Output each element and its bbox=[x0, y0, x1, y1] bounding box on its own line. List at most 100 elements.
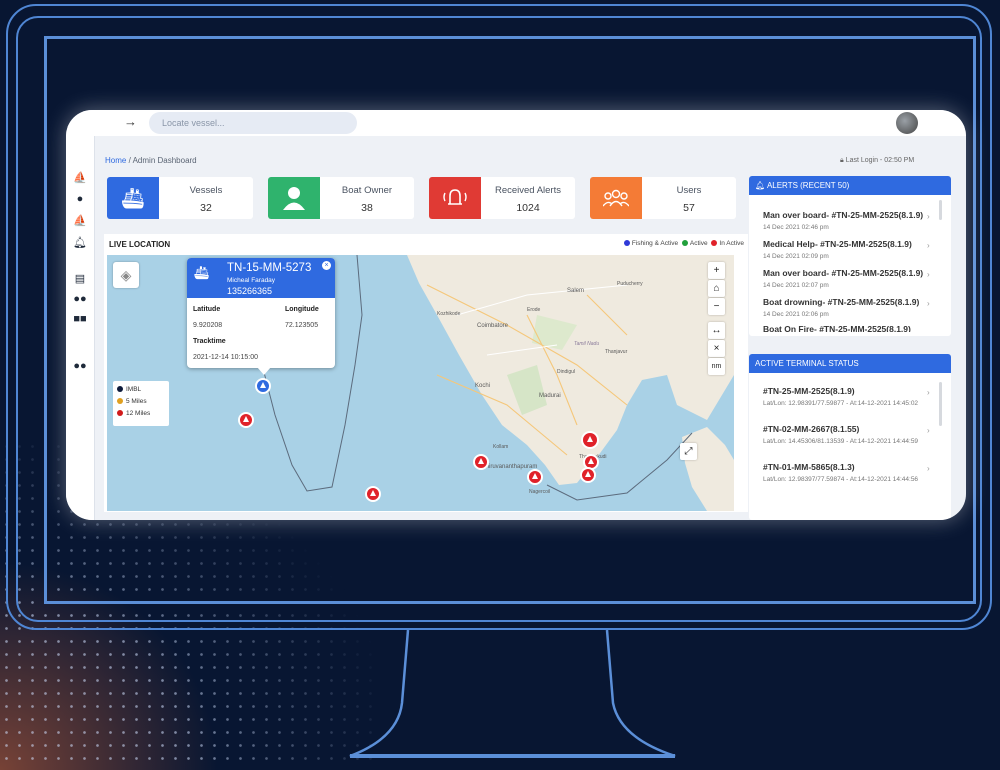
measure-button[interactable]: ↔ bbox=[708, 322, 725, 339]
map-label-nagercoil: Nagercoil bbox=[529, 489, 550, 495]
stat-label: Received Alerts bbox=[494, 185, 561, 196]
alert-item[interactable]: Medical Help- #TN-25-MM-2525(8.1.9) 14 D… bbox=[763, 239, 933, 261]
live-location-panel: LIVE LOCATION Fishing & Active Active In… bbox=[104, 234, 748, 512]
stat-value: 1024 bbox=[516, 202, 540, 214]
alert-item[interactable]: Man over board- #TN-25-MM-2525(8.1.9) 14… bbox=[763, 268, 933, 290]
alert-time: 14 Dec 2021 02:07 pm bbox=[763, 282, 829, 289]
alerts-header: 🔔︎ ALERTS (RECENT 50) bbox=[749, 176, 951, 195]
map-label-puducherry: Puducherry bbox=[617, 281, 643, 287]
users-icon bbox=[590, 177, 642, 219]
locate-vessel-search-input[interactable]: Locate vessel... bbox=[149, 112, 357, 134]
terminal-id: #TN-01-MM-5865(8.1.3) bbox=[763, 462, 855, 472]
home-view-button[interactable]: ⌂ bbox=[708, 280, 725, 297]
breadcrumb-separator: / bbox=[128, 156, 131, 165]
vessel-info-popup: 🚢︎ TN-15-MM-5273 Micheal Faraday 1352663… bbox=[187, 258, 335, 375]
ship-icon: 🚢︎ bbox=[193, 265, 210, 280]
map-label-thiruvananthapuram: Thiruvananthapuram bbox=[482, 464, 537, 470]
map-label-kochi: Kochi bbox=[475, 383, 490, 389]
map-label-madurai: Madurai bbox=[539, 393, 561, 399]
alert-title: Boat drowning- #TN-25-MM-2525(8.1.9) bbox=[763, 297, 920, 307]
last-login-info: 🔒︎ Last Login - 02:50 PM bbox=[840, 157, 914, 165]
tracktime-label: Tracktime bbox=[193, 338, 226, 345]
breadcrumb-current: Admin Dashboard bbox=[132, 156, 197, 165]
terminal-item[interactable]: #TN-01-MM-5865(8.1.3) Lat/Lon: 12.98397/… bbox=[763, 462, 933, 484]
popup-tail bbox=[257, 367, 271, 375]
dashboard-window: → Locate vessel... ⛵ ● ⛵ 🔔︎ ▤ ●● ■■ ●● H… bbox=[66, 110, 966, 520]
received-alerts-stat-card[interactable]: Received Alerts 1024 bbox=[429, 177, 575, 219]
chevron-right-icon[interactable]: › bbox=[927, 241, 930, 250]
alert-title: Man over board- #TN-25-MM-2525(8.1.9) bbox=[763, 210, 924, 220]
bell-nav-icon[interactable]: 🔔︎ bbox=[73, 237, 87, 249]
active-terminal-status-panel: ACTIVE TERMINAL STATUS #TN-25-MM-2525(8.… bbox=[749, 354, 951, 520]
chevron-right-icon[interactable]: › bbox=[927, 426, 930, 435]
boat-owner-nav-icon[interactable]: ⛵ bbox=[73, 215, 87, 227]
longitude-value: 72.123505 bbox=[285, 322, 319, 329]
breadcrumb-home-link[interactable]: Home bbox=[105, 156, 126, 165]
popup-owner-name: Micheal Faraday bbox=[227, 277, 276, 284]
users-nav-icon[interactable]: ●● bbox=[73, 293, 87, 305]
popup-vessel-number: 135266365 bbox=[227, 286, 273, 296]
map-label-coimbatore: Coimbatore bbox=[477, 323, 509, 329]
clear-measure-button[interactable]: × bbox=[708, 340, 725, 357]
arrow-right-icon[interactable]: → bbox=[124, 114, 137, 129]
alert-title: Man over board- #TN-25-MM-2525(8.1.9) bbox=[763, 268, 924, 278]
vessel-status-legend: Fishing & Active Active In Active bbox=[622, 240, 744, 247]
legend-label: In Active bbox=[719, 240, 744, 247]
terminal-scrollbar[interactable] bbox=[939, 382, 942, 426]
stat-label: Users bbox=[676, 185, 702, 196]
alert-time: 14 Dec 2021 02:46 pm bbox=[763, 224, 829, 231]
ship-icon: 🚢︎ bbox=[107, 177, 159, 219]
unit-toggle-button[interactable]: nm bbox=[708, 358, 725, 375]
alert-item[interactable]: Boat On Fire- #TN-25-MM-2525(8.1.9) bbox=[763, 324, 933, 332]
zoom-out-button[interactable]: − bbox=[708, 298, 725, 315]
map-label-salem: Salem bbox=[567, 288, 584, 294]
terminals-nav-icon[interactable]: ■■ bbox=[73, 313, 87, 325]
terminal-detail: Lat/Lon: 12.98397/77.59874 - At:14-12-20… bbox=[763, 476, 919, 483]
group-nav-icon[interactable]: ●● bbox=[73, 360, 87, 372]
legend-label: Active bbox=[689, 240, 708, 247]
alert-time: 14 Dec 2021 02:09 pm bbox=[763, 253, 829, 260]
chevron-right-icon[interactable]: › bbox=[927, 270, 930, 279]
alert-time: 14 Dec 2021 02:06 pm bbox=[763, 311, 829, 318]
chevron-right-icon[interactable]: › bbox=[927, 464, 930, 473]
user-avatar[interactable] bbox=[896, 112, 918, 134]
stat-value: 38 bbox=[361, 202, 373, 214]
vessels-stat-card[interactable]: 🚢︎ Vessels 32 bbox=[107, 177, 253, 219]
bell-icon: 🔔︎ bbox=[755, 181, 767, 190]
last-login-text: Last Login - 02:50 PM bbox=[845, 157, 915, 164]
latitude-value: 9.920208 bbox=[193, 322, 223, 329]
alert-item[interactable]: Man over board- #TN-25-MM-2525(8.1.9) 14… bbox=[763, 210, 933, 232]
zoom-in-button[interactable]: + bbox=[708, 262, 725, 279]
vessel-map[interactable]: Salem Puducherry Erode Coimbatore Kozhik… bbox=[107, 255, 734, 511]
terminal-status-title: ACTIVE TERMINAL STATUS bbox=[749, 354, 951, 373]
chevron-right-icon[interactable]: › bbox=[927, 299, 930, 308]
legend-5-miles: 5 Miles bbox=[117, 396, 165, 408]
boat-nav-icon[interactable]: ⛵ bbox=[73, 172, 87, 184]
users-stat-card[interactable]: Users 57 bbox=[590, 177, 736, 219]
legend-dot bbox=[711, 240, 718, 247]
popup-close-icon[interactable]: × bbox=[322, 261, 331, 270]
longitude-label: Longitude bbox=[285, 306, 319, 313]
chevron-right-icon[interactable]: › bbox=[927, 212, 930, 221]
live-location-title: LIVE LOCATION bbox=[109, 240, 171, 249]
boat-owner-stat-card[interactable]: Boat Owner 38 bbox=[268, 177, 414, 219]
layers-button[interactable]: ◈ bbox=[113, 262, 139, 288]
terminal-detail: Lat/Lon: 12.98391/77.59877 - At:14-12-20… bbox=[763, 400, 919, 407]
alerts-scrollbar[interactable] bbox=[939, 200, 942, 220]
alert-title: Medical Help- #TN-25-MM-2525(8.1.9) bbox=[763, 239, 912, 249]
terminal-detail: Lat/Lon: 14.45306/81.13539 - At:14-12-20… bbox=[763, 438, 919, 445]
stat-label: Vessels bbox=[189, 185, 223, 196]
terminal-item[interactable]: #TN-02-MM-2667(8.1.55) Lat/Lon: 14.45306… bbox=[763, 424, 933, 446]
alerts-panel: 🔔︎ ALERTS (RECENT 50) Man over board- #T… bbox=[749, 176, 951, 336]
user-nav-icon[interactable]: ● bbox=[73, 193, 87, 205]
document-nav-icon[interactable]: ▤ bbox=[73, 273, 87, 285]
terminal-item[interactable]: #TN-25-MM-2525(8.1.9) Lat/Lon: 12.98391/… bbox=[763, 386, 933, 408]
terminal-id: #TN-25-MM-2525(8.1.9) bbox=[763, 386, 855, 396]
legend-label: Fishing & Active bbox=[631, 240, 679, 247]
alert-item[interactable]: Boat drowning- #TN-25-MM-2525(8.1.9) 14 … bbox=[763, 297, 933, 319]
chevron-right-icon[interactable]: › bbox=[927, 388, 930, 397]
latitude-label: Latitude bbox=[193, 306, 221, 313]
top-bar: → Locate vessel... bbox=[66, 110, 966, 136]
legend-12-miles: 12 Miles bbox=[117, 408, 165, 420]
fullscreen-button[interactable]: ⤢ bbox=[680, 443, 697, 460]
